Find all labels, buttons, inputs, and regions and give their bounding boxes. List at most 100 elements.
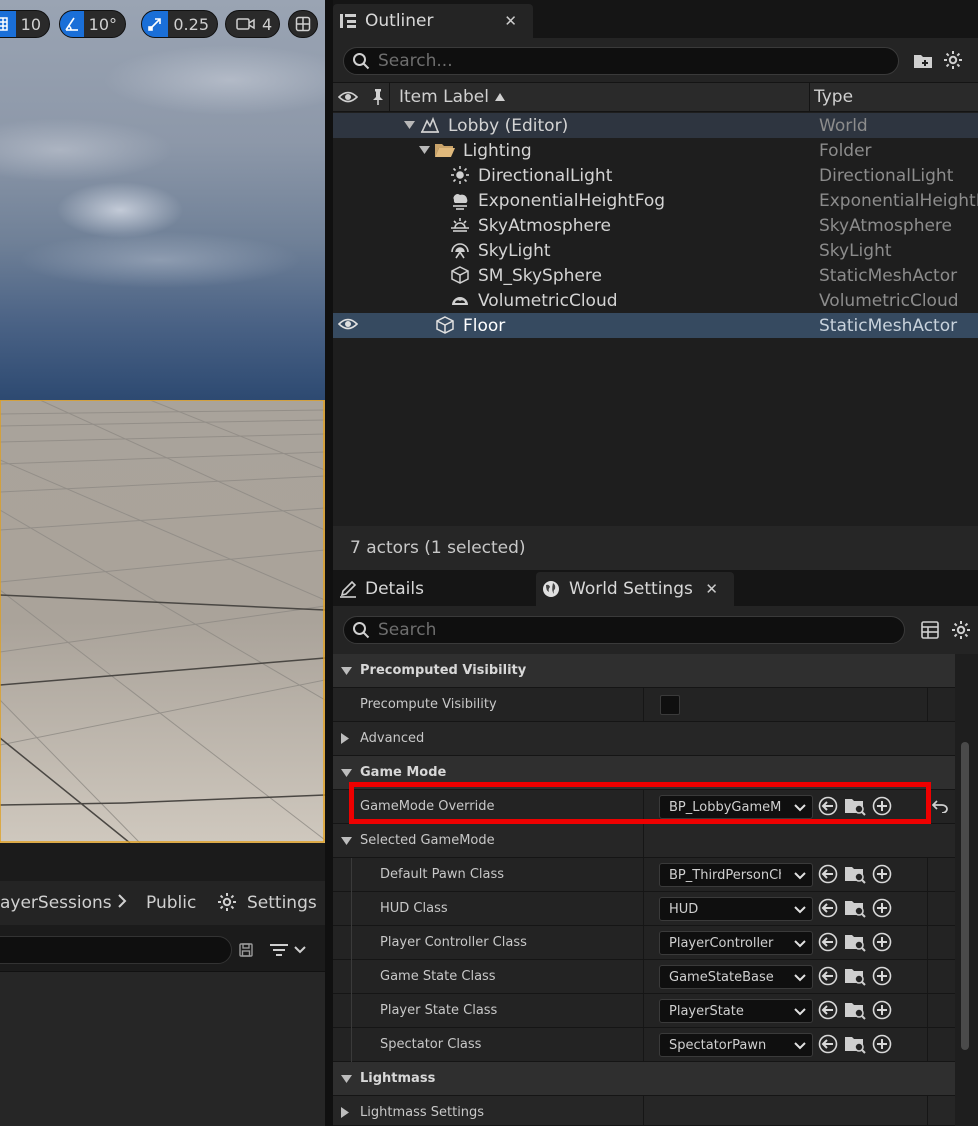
breadcrumb-item[interactable]: ayerSessions [0, 893, 112, 913]
pin-column-icon[interactable] [371, 83, 385, 111]
property-list: Precomputed Visibility Precompute Visibi… [333, 654, 978, 1126]
default-pawn-class-dropdown[interactable]: BP_ThirdPersonCharacter [659, 863, 813, 887]
category-precomputed-visibility[interactable]: Precomputed Visibility [333, 654, 955, 688]
close-icon[interactable]: ✕ [705, 580, 718, 598]
browse-folder-icon[interactable] [844, 864, 866, 884]
use-selected-arrow-icon[interactable] [818, 796, 838, 816]
close-icon[interactable]: ✕ [504, 12, 517, 30]
use-selected-arrow-icon[interactable] [818, 932, 838, 952]
use-selected-arrow-icon[interactable] [818, 966, 838, 986]
breadcrumb-item[interactable]: Public [146, 893, 196, 913]
category-advanced[interactable]: Advanced [333, 722, 955, 756]
indent-guide [351, 960, 352, 994]
browse-folder-icon[interactable] [844, 1000, 866, 1020]
settings-button[interactable]: Settings [247, 893, 317, 913]
browse-folder-icon[interactable] [844, 932, 866, 952]
add-new-icon[interactable] [872, 796, 892, 816]
column-divider [643, 926, 644, 959]
expand-arrow-icon [341, 1096, 349, 1126]
browse-folder-icon[interactable] [844, 966, 866, 986]
details-scrollbar[interactable] [961, 742, 969, 1050]
content-browser-asset-area[interactable] [0, 971, 325, 1126]
level-viewport[interactable]: 10 10° 0.25 4 [0, 0, 325, 843]
precompute-visibility-checkbox[interactable] [660, 695, 680, 715]
player-state-class-dropdown[interactable]: PlayerState [659, 999, 813, 1023]
viewport-layout-button[interactable] [288, 10, 318, 38]
camera-speed-button[interactable]: 4 [225, 10, 280, 38]
details-search-input[interactable]: Search [343, 616, 905, 644]
panel-splitter[interactable] [325, 0, 333, 1126]
tab-details[interactable]: Details [333, 572, 533, 606]
gear-icon[interactable] [217, 892, 237, 912]
height-fog-icon [450, 190, 470, 210]
spectator-class-dropdown[interactable]: SpectatorPawn [659, 1033, 813, 1057]
scale-snap-button[interactable]: 0.25 [141, 10, 218, 38]
visibility-eye-icon[interactable] [338, 317, 358, 337]
item-label-column[interactable]: Item Label [399, 83, 505, 111]
add-new-icon[interactable] [872, 864, 892, 884]
camera-speed-value: 4 [262, 14, 273, 34]
outliner-row-actor[interactable]: SkyAtmosphere SkyAtmosphere [333, 213, 978, 238]
category-game-mode[interactable]: Game Mode [333, 756, 955, 790]
category-lightmass[interactable]: Lightmass [333, 1062, 955, 1096]
use-selected-arrow-icon[interactable] [818, 864, 838, 884]
gamemode-override-dropdown[interactable]: BP_LobbyGameMode [659, 795, 813, 819]
row-label: VolumetricCloud [478, 290, 618, 311]
table-view-icon[interactable] [921, 621, 939, 639]
type-column[interactable]: Type [814, 83, 853, 111]
outliner-row-actor[interactable]: VolumetricCloud VolumetricCloud [333, 288, 978, 313]
game-state-class-dropdown[interactable]: GameStateBase [659, 965, 813, 989]
outliner-row-actor[interactable]: DirectionalLight DirectionalLight [333, 163, 978, 188]
world-settings-tab-label: World Settings [569, 579, 693, 599]
asset-actions [818, 966, 892, 986]
pencil-icon [339, 580, 357, 598]
reset-to-default-icon[interactable] [932, 799, 948, 813]
add-new-icon[interactable] [872, 1034, 892, 1054]
property-game-state-class: Game State Class GameStateBase [333, 960, 955, 994]
outliner-row-actor[interactable]: SM_SkySphere StaticMeshActor [333, 263, 978, 288]
outliner-row-actor[interactable]: SkyLight SkyLight [333, 238, 978, 263]
column-divider [927, 960, 928, 993]
tab-outliner[interactable]: Outliner ✕ [333, 4, 533, 38]
expand-arrow-icon[interactable] [419, 146, 430, 154]
grid-snap-button[interactable]: 10 [0, 10, 50, 38]
add-folder-icon[interactable] [913, 52, 933, 70]
outliner-row-folder[interactable]: Lighting Folder [333, 138, 978, 163]
tab-world-settings[interactable]: World Settings ✕ [536, 572, 734, 606]
player-controller-class-dropdown[interactable]: PlayerController [659, 931, 813, 955]
property-gamemode-override: GameMode Override BP_LobbyGameMode [333, 790, 955, 824]
outliner-row-selected[interactable]: Floor StaticMeshActor [333, 313, 978, 338]
browse-folder-icon[interactable] [844, 898, 866, 918]
visibility-column-eye-icon[interactable] [338, 83, 358, 111]
chevron-down-icon [794, 1039, 806, 1051]
browse-folder-icon[interactable] [844, 1034, 866, 1054]
filter-icon[interactable] [269, 941, 309, 959]
save-search-icon[interactable] [238, 942, 254, 958]
chevron-down-icon [794, 903, 806, 915]
outliner-search-input[interactable]: Search... [343, 47, 899, 75]
expand-arrow-icon[interactable] [404, 121, 415, 129]
category-lightmass-settings[interactable]: Lightmass Settings [333, 1096, 955, 1126]
property-label: GameMode Override [360, 799, 495, 814]
gear-icon[interactable] [951, 620, 971, 640]
property-precompute-visibility: Precompute Visibility [333, 688, 955, 722]
asset-actions [818, 796, 892, 816]
add-new-icon[interactable] [872, 932, 892, 952]
add-new-icon[interactable] [872, 898, 892, 918]
gear-icon[interactable] [943, 50, 963, 70]
outliner-row-world[interactable]: Lobby (Editor) World [333, 113, 978, 138]
use-selected-arrow-icon[interactable] [818, 1000, 838, 1020]
content-browser-search-input[interactable] [0, 936, 232, 964]
category-selected-gamemode[interactable]: Selected GameMode [333, 824, 955, 858]
add-new-icon[interactable] [872, 1000, 892, 1020]
column-divider [389, 83, 390, 111]
add-new-icon[interactable] [872, 966, 892, 986]
hud-class-dropdown[interactable]: HUD [659, 897, 813, 921]
indent-guide [351, 858, 352, 892]
use-selected-arrow-icon[interactable] [818, 1034, 838, 1054]
category-label: Selected GameMode [360, 833, 495, 848]
browse-folder-icon[interactable] [844, 796, 866, 816]
outliner-row-actor[interactable]: ExponentialHeightFog ExponentialHeightFo… [333, 188, 978, 213]
use-selected-arrow-icon[interactable] [818, 898, 838, 918]
rotation-snap-button[interactable]: 10° [59, 10, 126, 38]
